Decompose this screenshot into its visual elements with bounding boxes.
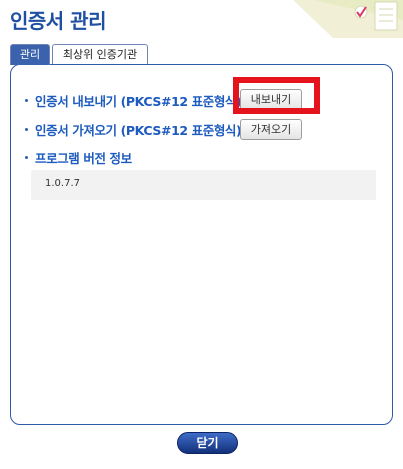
bullet-icon: [25, 155, 28, 159]
version-value: 1.0.7.7: [45, 178, 80, 189]
import-label: 인증서 가져오기 (PKCS#12 표준형식): [35, 122, 242, 138]
tab-manage[interactable]: 관리: [10, 44, 50, 65]
decoration-icon: [293, 0, 403, 38]
decoration-graphic: [293, 0, 403, 38]
export-row: 인증서 내보내기 (PKCS#12 표준형식): [25, 90, 242, 110]
window-title: 인증서 관리: [10, 9, 106, 33]
highlight-box: [233, 77, 320, 114]
export-label: 인증서 내보내기 (PKCS#12 표준형식): [35, 93, 242, 109]
import-row: 인증서 가져오기 (PKCS#12 표준형식): [25, 119, 242, 139]
version-box: 1.0.7.7: [31, 170, 376, 200]
version-label: 프로그램 버전 정보: [35, 150, 132, 166]
close-button[interactable]: 닫기: [177, 432, 238, 454]
bullet-icon: [25, 98, 28, 102]
title-bar: 인증서 관리: [0, 0, 403, 38]
manage-panel: 인증서 내보내기 (PKCS#12 표준형식) 내보내기 인증서 가져오기 (P…: [10, 64, 393, 425]
bullet-icon: [25, 127, 28, 131]
tab-root-ca[interactable]: 최상위 인증기관: [52, 44, 148, 65]
import-button[interactable]: 가져오기: [240, 119, 302, 140]
version-row: 프로그램 버전 정보: [25, 147, 132, 167]
